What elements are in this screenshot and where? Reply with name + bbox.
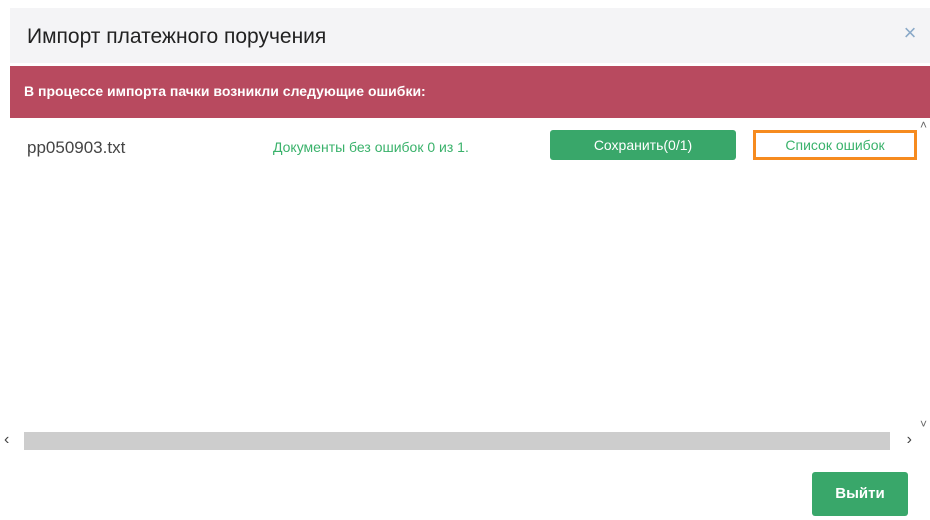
dialog-header: Импорт платежного поручения × [10, 8, 930, 63]
dialog-title: Импорт платежного поручения [27, 25, 327, 48]
vertical-scrollbar[interactable]: ˄ ˅ [918, 118, 930, 431]
file-name: pp050903.txt [27, 138, 126, 157]
scroll-right-icon[interactable]: › [907, 430, 912, 450]
scroll-down-icon[interactable]: ˅ [920, 417, 927, 431]
scroll-up-icon[interactable]: ˄ [920, 118, 927, 132]
file-row: pp050903.txt Документы без ошибок 0 из 1… [10, 122, 922, 170]
scrollbar-thumb[interactable] [24, 432, 890, 450]
save-button[interactable]: Сохранить(0/1) [550, 130, 736, 160]
error-banner-text: В процессе импорта пачки возникли следую… [24, 83, 426, 99]
import-dialog: Импорт платежного поручения × В процессе… [0, 0, 930, 520]
scroll-left-icon[interactable]: ‹ [4, 430, 9, 450]
error-list-button[interactable]: Список ошибок [753, 130, 917, 160]
error-banner: В процессе импорта пачки возникли следую… [10, 66, 930, 118]
close-icon[interactable]: × [898, 21, 922, 45]
horizontal-scrollbar[interactable]: ‹ › [0, 430, 930, 450]
exit-button[interactable]: Выйти [812, 472, 908, 516]
import-status: Документы без ошибок 0 из 1. [273, 139, 469, 155]
